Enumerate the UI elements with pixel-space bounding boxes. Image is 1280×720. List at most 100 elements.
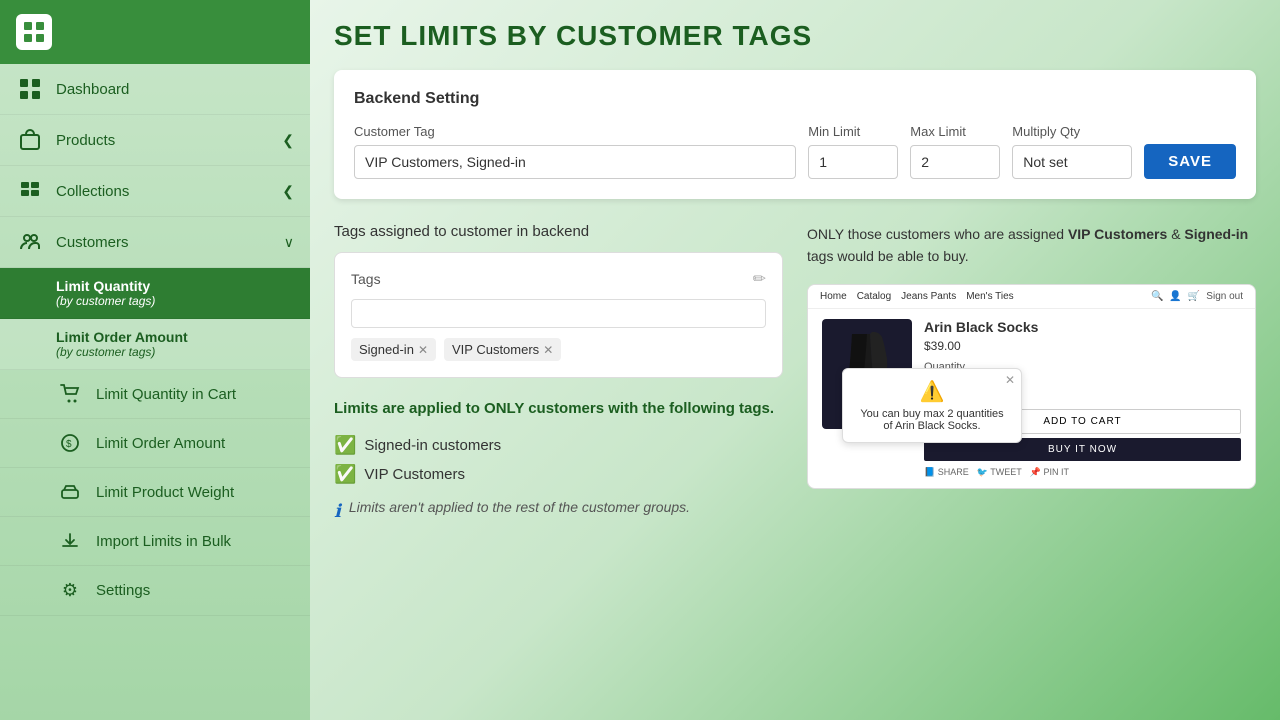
- nav-home: Home: [820, 291, 847, 302]
- customer-tag-label: Customer Tag: [354, 124, 796, 139]
- import-icon: [56, 531, 84, 551]
- sidebar-item-label: Limit Quantity in Cart: [96, 386, 236, 403]
- sub-item-subtitle: (by customer tags): [56, 345, 294, 359]
- desc-bold2: Signed-in: [1184, 226, 1248, 242]
- tag-label: VIP Customers: [452, 342, 539, 357]
- customer-tag-input[interactable]: [354, 145, 796, 179]
- check-icon: ✅: [334, 464, 356, 485]
- sidebar-item-import-limits[interactable]: Import Limits in Bulk: [0, 517, 310, 566]
- tag-remove-icon[interactable]: ✕: [543, 343, 553, 357]
- cart-nav-icon: 🛒: [1188, 291, 1200, 302]
- edit-icon[interactable]: ✏: [753, 269, 766, 289]
- preview-nav-actions: 🔍 👤 🛒 Sign out: [1151, 291, 1243, 302]
- sidebar-item-label: Limit Order Amount: [96, 435, 225, 452]
- sidebar-sub-item-limit-order-amount-tags[interactable]: Limit Order Amount (by customer tags): [0, 319, 310, 370]
- sidebar-sub-item-limit-quantity[interactable]: Limit Quantity (by customer tags): [0, 268, 310, 319]
- page-title: SET LIMITS BY CUSTOMER TAGS: [334, 20, 1256, 52]
- sidebar-item-label: Customers: [56, 234, 129, 251]
- preview-nav: Home Catalog Jeans Pants Men's Ties 🔍 👤 …: [808, 285, 1255, 309]
- order-icon: $: [56, 433, 84, 453]
- right-column: ONLY those customers who are assigned VI…: [807, 223, 1256, 522]
- tags-label: Tags: [351, 271, 381, 287]
- sign-out-button[interactable]: Sign out: [1206, 291, 1243, 302]
- tags-search-input[interactable]: [351, 299, 766, 328]
- sub-item-title: Limit Order Amount: [56, 329, 294, 345]
- tag-badge-signed-in: Signed-in ✕: [351, 338, 436, 361]
- chevron-icon: ∨: [284, 234, 294, 251]
- desc-bold1: VIP Customers: [1068, 226, 1167, 242]
- tags-section-description: Tags assigned to customer in backend: [334, 223, 783, 240]
- preview-body: ⚠️ ✕ You can buy max 2 quantities of Ari…: [808, 309, 1255, 488]
- nav-jeans: Jeans Pants: [901, 291, 956, 302]
- backend-card-title: Backend Setting: [354, 90, 1236, 108]
- sub-item-subtitle: (by customer tags): [56, 294, 294, 308]
- nav-catalog: Catalog: [857, 291, 891, 302]
- tag-badge-vip-customers: VIP Customers ✕: [444, 338, 561, 361]
- info-note: ℹ Limits aren't applied to the rest of t…: [334, 499, 783, 522]
- checklist-item-label: VIP Customers: [364, 466, 465, 483]
- checklist-item-1: ✅ Signed-in customers: [334, 435, 783, 456]
- sidebar-item-settings[interactable]: ⚙ Settings: [0, 566, 310, 616]
- checklist-item-2: ✅ VIP Customers: [334, 464, 783, 485]
- backend-setting-card: Backend Setting Customer Tag Min Limit M…: [334, 70, 1256, 199]
- sidebar-item-collections[interactable]: Collections ❮: [0, 166, 310, 217]
- sidebar-item-label: Dashboard: [56, 81, 129, 98]
- sidebar-item-label: Settings: [96, 582, 150, 599]
- save-button[interactable]: SAVE: [1144, 144, 1236, 179]
- check-icon: ✅: [334, 435, 356, 456]
- sidebar-item-limit-order-amount[interactable]: $ Limit Order Amount: [0, 419, 310, 468]
- desc-after: tags would be able to buy.: [807, 248, 969, 264]
- weight-icon: [56, 482, 84, 502]
- logo-icon: [16, 14, 52, 50]
- chevron-icon: ❮: [282, 132, 294, 149]
- settings-icon: ⚙: [56, 580, 84, 601]
- warning-text: You can buy max 2 quantities of Arin Bla…: [860, 408, 1003, 432]
- product-price: $39.00: [924, 339, 1241, 353]
- preview-card: Home Catalog Jeans Pants Men's Ties 🔍 👤 …: [807, 284, 1256, 489]
- customers-icon: [16, 231, 44, 253]
- svg-text:$: $: [66, 439, 72, 450]
- left-column: Tags assigned to customer in backend Tag…: [334, 223, 783, 522]
- share-pinterest[interactable]: 📌 PIN IT: [1030, 467, 1069, 478]
- tags-card: Tags ✏ Signed-in ✕ VIP Customers ✕: [334, 252, 783, 378]
- sidebar-item-label: Limit Product Weight: [96, 484, 234, 501]
- product-name: Arin Black Socks: [924, 319, 1241, 335]
- desc-middle: &: [1171, 226, 1184, 242]
- info-note-text: Limits aren't applied to the rest of the…: [349, 499, 690, 515]
- max-limit-input[interactable]: [910, 145, 1000, 179]
- share-bar: 📘 SHARE 🐦 TWEET 📌 PIN IT: [924, 467, 1241, 478]
- collections-icon: [16, 180, 44, 202]
- tags-header: Tags ✏: [351, 269, 766, 289]
- info-highlight: Limits are applied to ONLY customers wit…: [334, 398, 783, 421]
- share-twitter[interactable]: 🐦 TWEET: [977, 467, 1022, 478]
- sidebar-item-limit-product-weight[interactable]: Limit Product Weight: [0, 468, 310, 517]
- warning-close-button[interactable]: ✕: [1005, 373, 1015, 387]
- sidebar-item-limit-quantity-cart[interactable]: Limit Quantity in Cart: [0, 370, 310, 419]
- nav-mens-ties: Men's Ties: [966, 291, 1013, 302]
- sidebar-item-dashboard[interactable]: Dashboard: [0, 64, 310, 115]
- share-facebook[interactable]: 📘 SHARE: [924, 467, 969, 478]
- sidebar-item-label: Collections: [56, 183, 129, 200]
- multiply-qty-input[interactable]: [1012, 145, 1132, 179]
- tag-label: Signed-in: [359, 342, 414, 357]
- description-text: ONLY those customers who are assigned VI…: [807, 223, 1256, 268]
- preview-nav-links: Home Catalog Jeans Pants Men's Ties: [820, 291, 1014, 302]
- sidebar-item-products[interactable]: Products ❮: [0, 115, 310, 166]
- cart-icon: [56, 384, 84, 404]
- min-limit-input[interactable]: [808, 145, 898, 179]
- sidebar-item-label: Products: [56, 132, 115, 149]
- min-limit-field-group: Min Limit: [808, 124, 898, 179]
- two-col-section: Tags assigned to customer in backend Tag…: [334, 223, 1256, 522]
- tag-remove-icon[interactable]: ✕: [418, 343, 428, 357]
- multiply-qty-label: Multiply Qty: [1012, 124, 1132, 139]
- products-icon: [16, 129, 44, 151]
- search-nav-icon: 🔍: [1151, 291, 1163, 302]
- multiply-qty-field-group: Multiply Qty: [1012, 124, 1132, 179]
- min-limit-label: Min Limit: [808, 124, 898, 139]
- sidebar-item-label: Import Limits in Bulk: [96, 533, 231, 550]
- checklist: ✅ Signed-in customers ✅ VIP Customers: [334, 435, 783, 485]
- sub-item-title: Limit Quantity: [56, 278, 294, 294]
- account-nav-icon: 👤: [1169, 291, 1181, 302]
- sidebar-item-customers[interactable]: Customers ∨: [0, 217, 310, 268]
- warning-popup: ⚠️ ✕ You can buy max 2 quantities of Ari…: [842, 368, 1022, 443]
